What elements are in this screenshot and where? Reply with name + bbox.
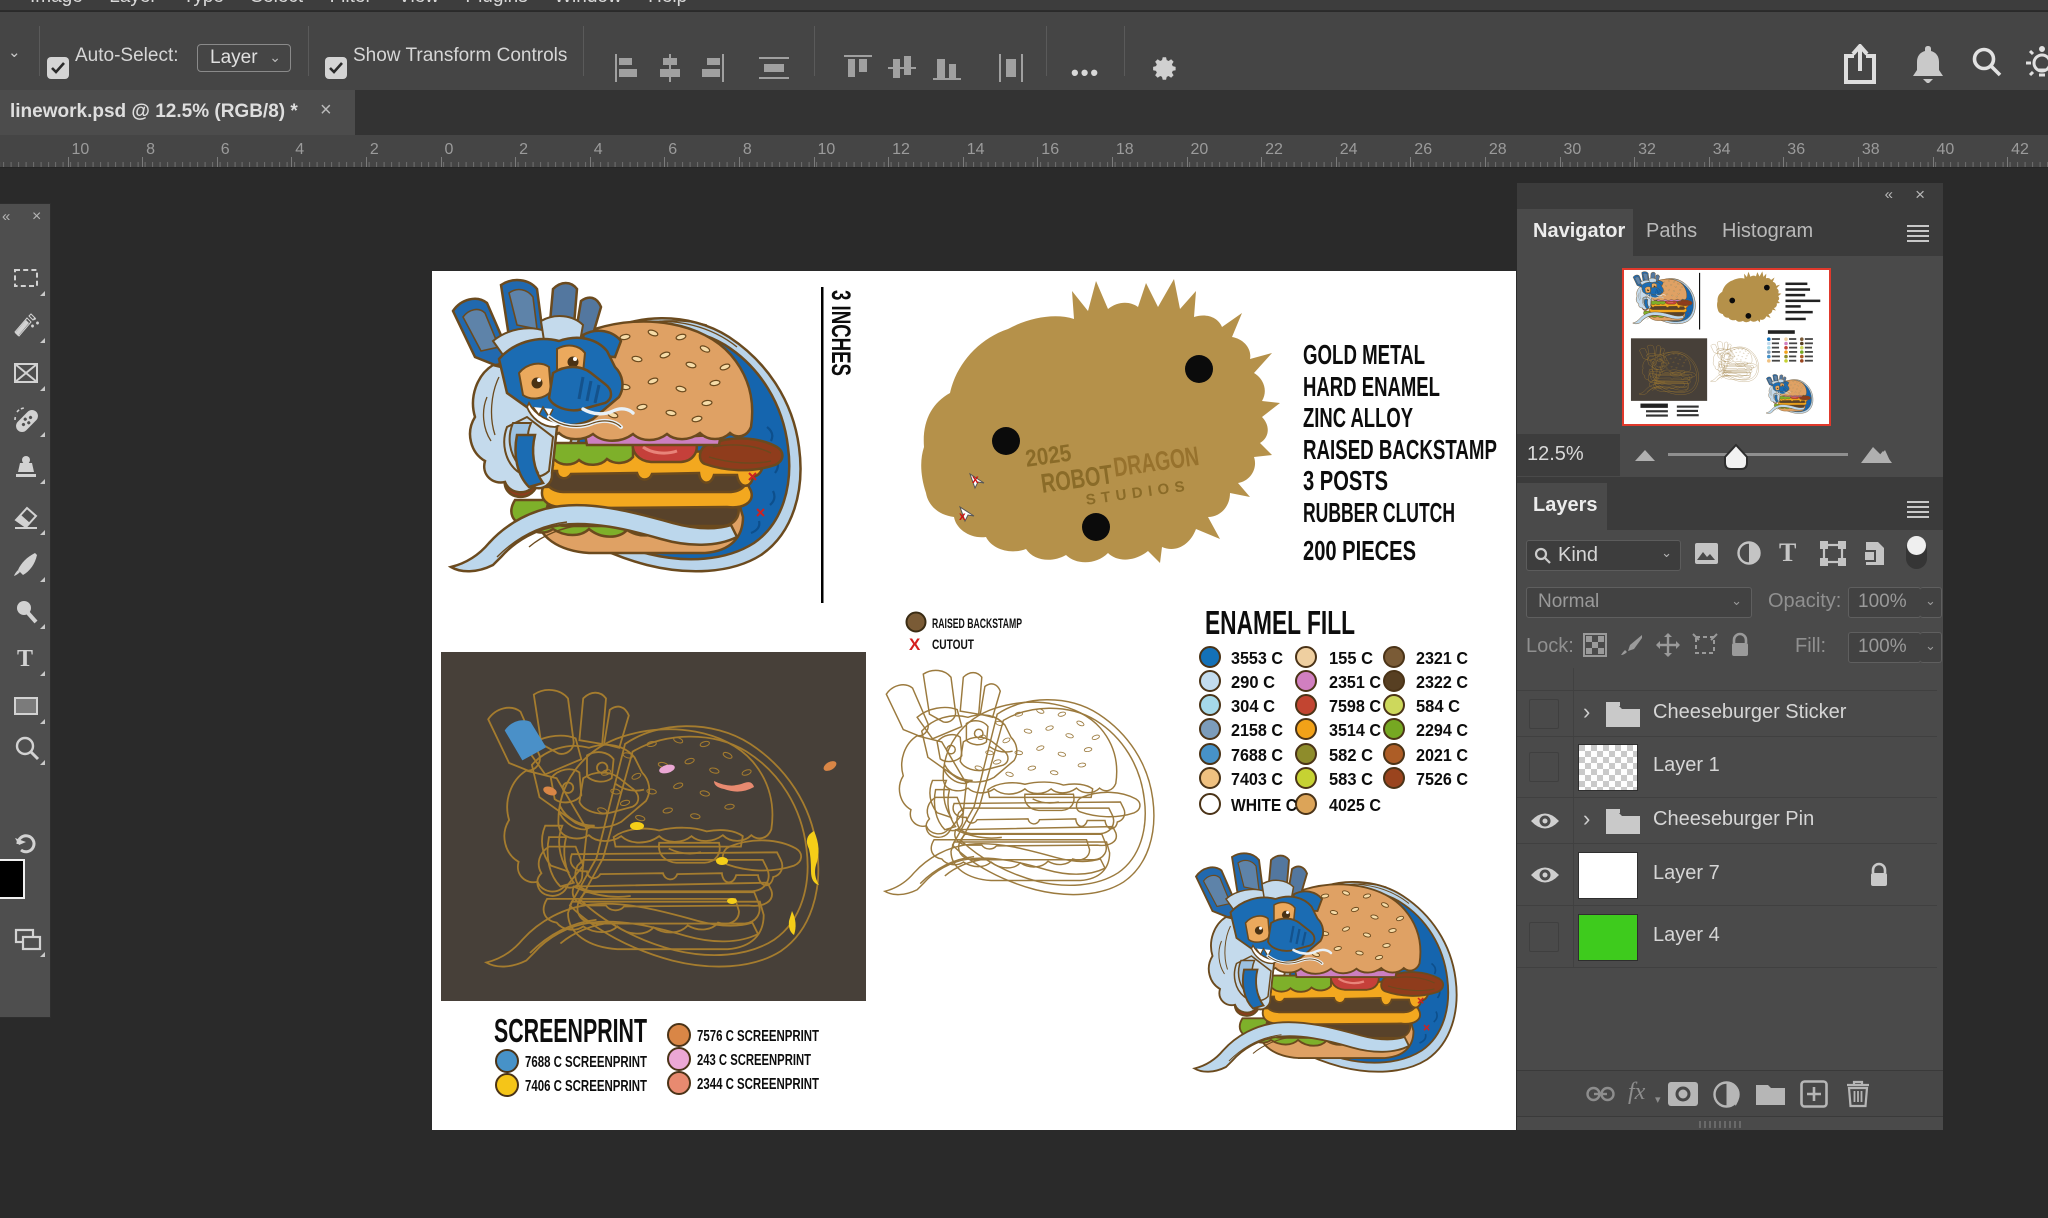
- svg-text:3 INCHES: 3 INCHES: [826, 290, 856, 376]
- svg-text:2294 C: 2294 C: [1416, 720, 1468, 740]
- svg-text:2021 C: 2021 C: [1416, 745, 1468, 765]
- svg-text:X: X: [909, 635, 921, 654]
- svg-text:7403 C: 7403 C: [1231, 769, 1283, 789]
- svg-text:2321 C: 2321 C: [1416, 648, 1468, 668]
- svg-text:RAISED BACKSTAMP: RAISED BACKSTAMP: [1303, 434, 1497, 465]
- svg-text:582 C: 582 C: [1329, 745, 1373, 765]
- svg-text:7576 C SCREENPRINT: 7576 C SCREENPRINT: [697, 1028, 819, 1045]
- svg-text:3514 C: 3514 C: [1329, 720, 1381, 740]
- svg-text:200 PIECES: 200 PIECES: [1303, 535, 1416, 566]
- svg-text:7688 C SCREENPRINT: 7688 C SCREENPRINT: [525, 1054, 647, 1071]
- svg-text:4025 C: 4025 C: [1329, 795, 1381, 815]
- svg-text:2344 C SCREENPRINT: 2344 C SCREENPRINT: [697, 1076, 819, 1093]
- svg-text:2158 C: 2158 C: [1231, 720, 1283, 740]
- svg-text:HARD ENAMEL: HARD ENAMEL: [1303, 371, 1440, 402]
- svg-text:ZINC ALLOY: ZINC ALLOY: [1303, 402, 1413, 433]
- svg-text:x: x: [959, 509, 966, 523]
- svg-text:243 C SCREENPRINT: 243 C SCREENPRINT: [697, 1052, 811, 1069]
- svg-text:7526 C: 7526 C: [1416, 769, 1468, 789]
- svg-text:RUBBER CLUTCH: RUBBER CLUTCH: [1303, 497, 1455, 528]
- svg-text:584 C: 584 C: [1416, 696, 1460, 716]
- svg-text:WHITE C: WHITE C: [1231, 795, 1297, 815]
- svg-text:2351 C: 2351 C: [1329, 672, 1381, 692]
- svg-text:CUTOUT: CUTOUT: [932, 636, 974, 652]
- svg-text:x: x: [972, 472, 979, 486]
- svg-text:7688 C: 7688 C: [1231, 745, 1283, 765]
- svg-text:7406 C SCREENPRINT: 7406 C SCREENPRINT: [525, 1078, 647, 1095]
- svg-text:290 C: 290 C: [1231, 672, 1275, 692]
- svg-text:GOLD METAL: GOLD METAL: [1303, 339, 1425, 370]
- svg-text:7598 C: 7598 C: [1329, 696, 1381, 716]
- svg-text:ENAMEL FILL: ENAMEL FILL: [1205, 604, 1355, 641]
- svg-text:304 C: 304 C: [1231, 696, 1275, 716]
- svg-text:3 POSTS: 3 POSTS: [1303, 465, 1388, 496]
- svg-text:3553 C: 3553 C: [1231, 648, 1283, 668]
- svg-text:T: T: [17, 646, 33, 671]
- svg-text:155 C: 155 C: [1329, 648, 1373, 668]
- svg-text:SCREENPRINT: SCREENPRINT: [494, 1012, 647, 1049]
- svg-text:583 C: 583 C: [1329, 769, 1373, 789]
- svg-text:2322 C: 2322 C: [1416, 672, 1468, 692]
- svg-text:RAISED BACKSTAMP: RAISED BACKSTAMP: [932, 615, 1022, 631]
